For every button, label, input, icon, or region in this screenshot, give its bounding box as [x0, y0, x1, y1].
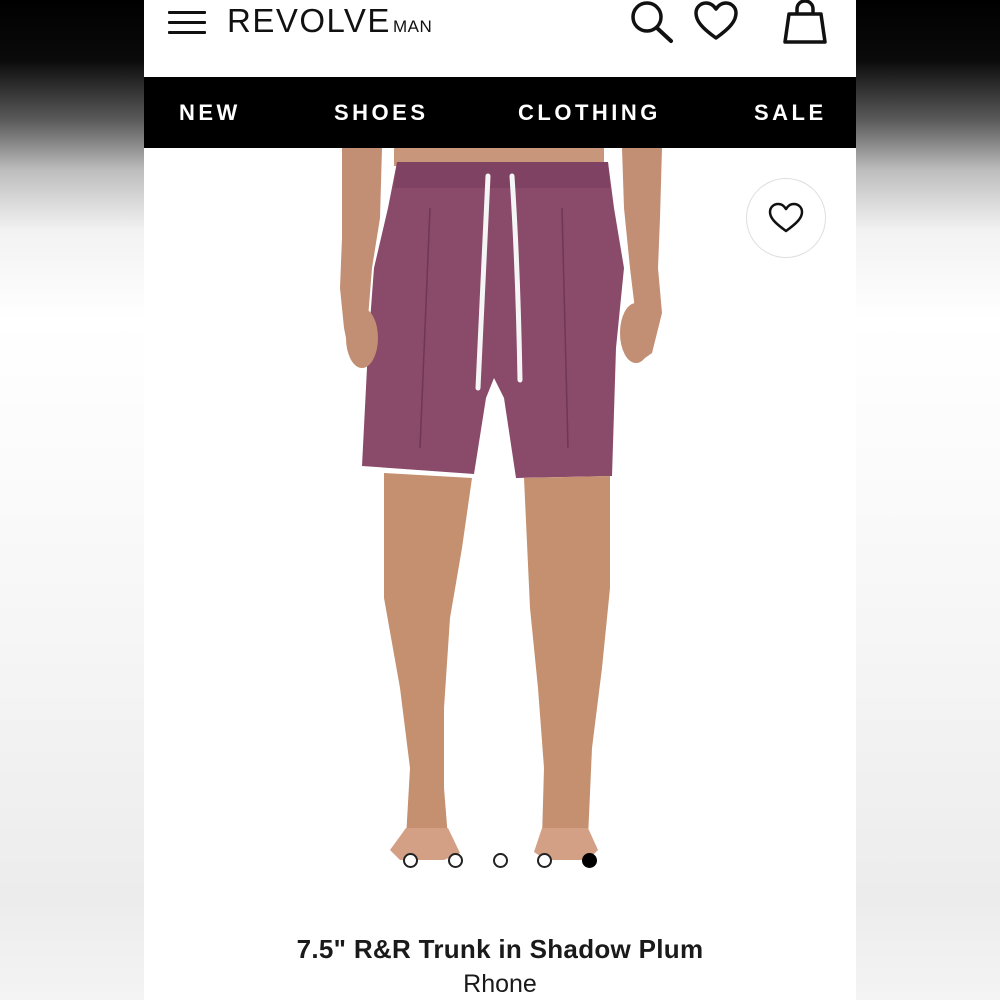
model-wearing-shorts-image [340, 148, 662, 860]
category-nav: NEW SHOES CLOTHING SALE [144, 77, 856, 148]
hamburger-menu-icon[interactable] [168, 10, 206, 36]
nav-item-new[interactable]: NEW [179, 100, 241, 126]
product-title: 7.5" R&R Trunk in Shadow Plum [296, 934, 704, 964]
carousel-dot-5-active[interactable] [582, 853, 597, 868]
mobile-page: REVOLVE MAN NEW SHOES CLOTHING SALE 7.5"… [144, 0, 856, 1000]
search-icon[interactable] [628, 0, 676, 46]
favorite-button[interactable] [746, 178, 826, 258]
image-carousel-dots [144, 853, 856, 869]
shopping-bag-icon[interactable] [780, 0, 830, 46]
product-brand-link[interactable]: Rhone [144, 970, 856, 999]
site-header: REVOLVE MAN [144, 0, 856, 77]
carousel-dot-2[interactable] [448, 853, 463, 868]
carousel-dot-4[interactable] [537, 853, 552, 868]
nav-item-shoes[interactable]: SHOES [334, 100, 429, 126]
heart-icon[interactable] [692, 0, 740, 44]
nav-item-clothing[interactable]: CLOTHING [518, 100, 661, 126]
nav-item-sale[interactable]: SALE [754, 100, 827, 126]
blurred-backdrop-left [0, 0, 144, 1000]
logo-main-text: REVOLVE [227, 2, 391, 39]
carousel-dot-3[interactable] [493, 853, 508, 868]
logo-sub-text: MAN [392, 17, 433, 36]
product-image[interactable] [144, 148, 856, 878]
carousel-dot-1[interactable] [403, 853, 418, 868]
blurred-backdrop-right [856, 0, 1000, 1000]
site-logo[interactable]: REVOLVE MAN [227, 2, 432, 40]
heart-outline-icon [768, 202, 804, 233]
